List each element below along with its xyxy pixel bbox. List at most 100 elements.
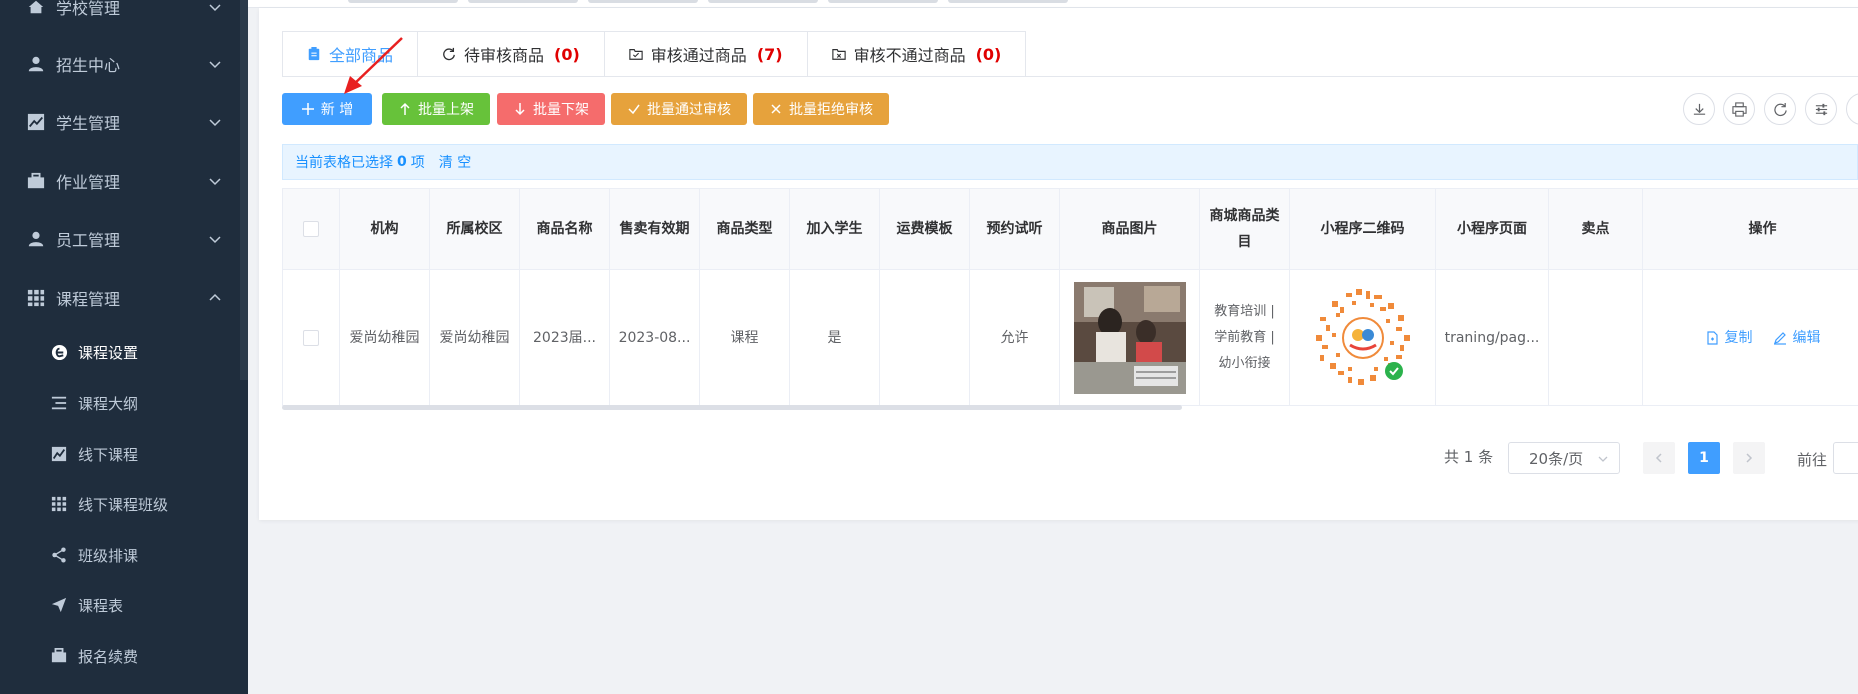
clear-selection-link[interactable]: 清 空: [439, 152, 471, 172]
column-header[interactable]: 运费模板: [880, 189, 970, 270]
sidebar-sub-label: 课程大纲: [78, 394, 139, 413]
sidebar-sub-label: 线下课程: [78, 445, 139, 464]
column-header[interactable]: 所属校区: [430, 189, 520, 270]
top-tab[interactable]: [828, 0, 938, 3]
product-image[interactable]: [1073, 281, 1186, 394]
home-icon: [26, 0, 46, 17]
sidebar-sub-timetable[interactable]: 课程表: [0, 580, 248, 630]
tabs-divider: [282, 76, 1858, 77]
column-header[interactable]: 机构: [340, 189, 430, 270]
select-all-checkbox[interactable]: [303, 221, 319, 237]
close-icon: [771, 104, 781, 114]
batch-reject-button[interactable]: 批量拒绝审核: [753, 93, 889, 125]
sidebar-item-label: 作业管理: [56, 173, 121, 192]
column-header[interactable]: 预约试听: [970, 189, 1060, 270]
chevron-down-icon: [209, 4, 221, 12]
sidebar-item-homework[interactable]: 作业管理: [0, 152, 248, 210]
sidebar-scrollbar[interactable]: [240, 0, 248, 380]
top-tab[interactable]: [468, 0, 578, 3]
briefcase-icon: [50, 647, 68, 665]
batch-reject-label: 批量拒绝审核: [789, 102, 873, 118]
column-header[interactable]: 商品名称: [520, 189, 610, 270]
tab-approved[interactable]: 审核通过商品 (7): [604, 31, 808, 77]
sidebar-item-label: 学生管理: [56, 114, 121, 133]
top-tab[interactable]: [948, 0, 1068, 3]
tab-pending-review[interactable]: 待审核商品 (0): [418, 31, 605, 77]
top-tab-strip: [248, 0, 1858, 8]
column-header[interactable]: 售卖有效期: [610, 189, 700, 270]
sidebar-item-label: 课程管理: [56, 290, 121, 309]
download-icon: [1693, 103, 1705, 115]
copy-button[interactable]: 复制: [1705, 325, 1753, 351]
column-header[interactable]: 小程序页面: [1436, 189, 1549, 270]
sidebar-sub-offline-classes[interactable]: 线下课程班级: [0, 479, 248, 529]
top-tab[interactable]: [708, 0, 818, 3]
column-settings-button[interactable]: [1805, 93, 1837, 125]
chevron-down-icon: [209, 61, 221, 69]
page-number-button[interactable]: 1: [1688, 442, 1720, 474]
batch-shelve-button[interactable]: 批量上架: [382, 93, 490, 125]
sidebar-item-students[interactable]: 学生管理: [0, 93, 248, 151]
export-button[interactable]: [1683, 93, 1715, 125]
sidebar-item-enrollment[interactable]: 招生中心: [0, 35, 248, 93]
batch-unshelve-label: 批量下架: [533, 102, 589, 118]
cell-image: [1060, 270, 1200, 406]
sidebar-sub-course-settings[interactable]: 课程设置: [0, 327, 248, 377]
refresh-icon: [1773, 102, 1787, 116]
pagination-total: 共 1 条: [1444, 448, 1494, 466]
top-tab[interactable]: [588, 0, 698, 3]
briefcase-icon: [26, 171, 46, 191]
sidebar-item-courses[interactable]: 课程管理: [0, 269, 248, 327]
sidebar-item-staff[interactable]: 员工管理: [0, 210, 248, 268]
sidebar-sub-label: 线下课程班级: [78, 495, 169, 514]
cell-trial: 允许: [970, 270, 1060, 406]
list-icon: [50, 394, 68, 412]
sidebar-sub-registration[interactable]: 报名续费: [0, 631, 248, 681]
refresh-button[interactable]: [1764, 93, 1796, 125]
column-header[interactable]: 商品类型: [700, 189, 790, 270]
sidebar-sub-offline-courses[interactable]: 线下课程: [0, 429, 248, 479]
send-icon: [50, 596, 68, 614]
batch-unshelve-button[interactable]: 批量下架: [497, 93, 605, 125]
column-header[interactable]: 操作: [1643, 189, 1858, 270]
batch-approve-button[interactable]: 批量通过审核: [611, 93, 747, 125]
column-header[interactable]: 商城商品类目: [1200, 189, 1290, 270]
print-button[interactable]: [1723, 93, 1755, 125]
tab-rejected[interactable]: 审核不通过商品 (0): [807, 31, 1027, 77]
header-checkbox-cell: [283, 189, 340, 270]
top-tab[interactable]: [348, 0, 458, 3]
column-header[interactable]: 商品图片: [1060, 189, 1200, 270]
products-table: 机构 所属校区 商品名称 售卖有效期 商品类型 加入学生 运费模板 预约试听 商…: [282, 188, 1858, 406]
column-header[interactable]: 加入学生: [790, 189, 880, 270]
sidebar-item-school[interactable]: 学校管理: [0, 0, 248, 36]
grid-icon: [50, 495, 68, 513]
column-header[interactable]: 卖点: [1549, 189, 1643, 270]
edit-button[interactable]: 编辑: [1773, 325, 1821, 351]
cell-name-wrap: 2023届...: [520, 270, 610, 406]
next-page-button[interactable]: [1733, 442, 1765, 474]
sidebar-sub-class-schedule[interactable]: 班级排课: [0, 530, 248, 580]
cell-page-wrap: traning/pag...: [1436, 270, 1549, 406]
add-button[interactable]: 新 增: [282, 93, 372, 125]
column-header[interactable]: 小程序二维码: [1290, 189, 1436, 270]
mini-program-qrcode[interactable]: [1308, 283, 1418, 393]
goto-page-input[interactable]: [1833, 442, 1858, 474]
cell-actions: 复制 编辑: [1643, 270, 1858, 406]
folder-x-icon: [831, 46, 848, 62]
sidebar-sub-course-outline[interactable]: 课程大纲: [0, 378, 248, 428]
selection-bar: 当前表格已选择 0 项 清 空: [282, 144, 1858, 180]
batch-shelve-label: 批量上架: [418, 102, 474, 118]
tab-label: 审核通过商品: [650, 46, 747, 65]
cell-period-wrap: 2023-08...: [610, 270, 700, 406]
table-horizontal-scrollbar[interactable]: [282, 405, 1182, 410]
tab-label: 审核不通过商品: [853, 46, 966, 65]
sidebar-sub-label: 报名续费: [78, 647, 139, 666]
selection-prefix: 当前表格已选择: [295, 155, 393, 171]
cell-name: 2023届...: [533, 329, 596, 346]
page-size-select[interactable]: 20条/页: [1508, 442, 1620, 474]
row-checkbox[interactable]: [303, 329, 319, 346]
selection-suffix: 项: [410, 155, 425, 171]
chevron-down-icon: [209, 236, 221, 244]
sidebar-item-label: 学校管理: [56, 0, 121, 18]
prev-page-button[interactable]: [1643, 442, 1675, 474]
